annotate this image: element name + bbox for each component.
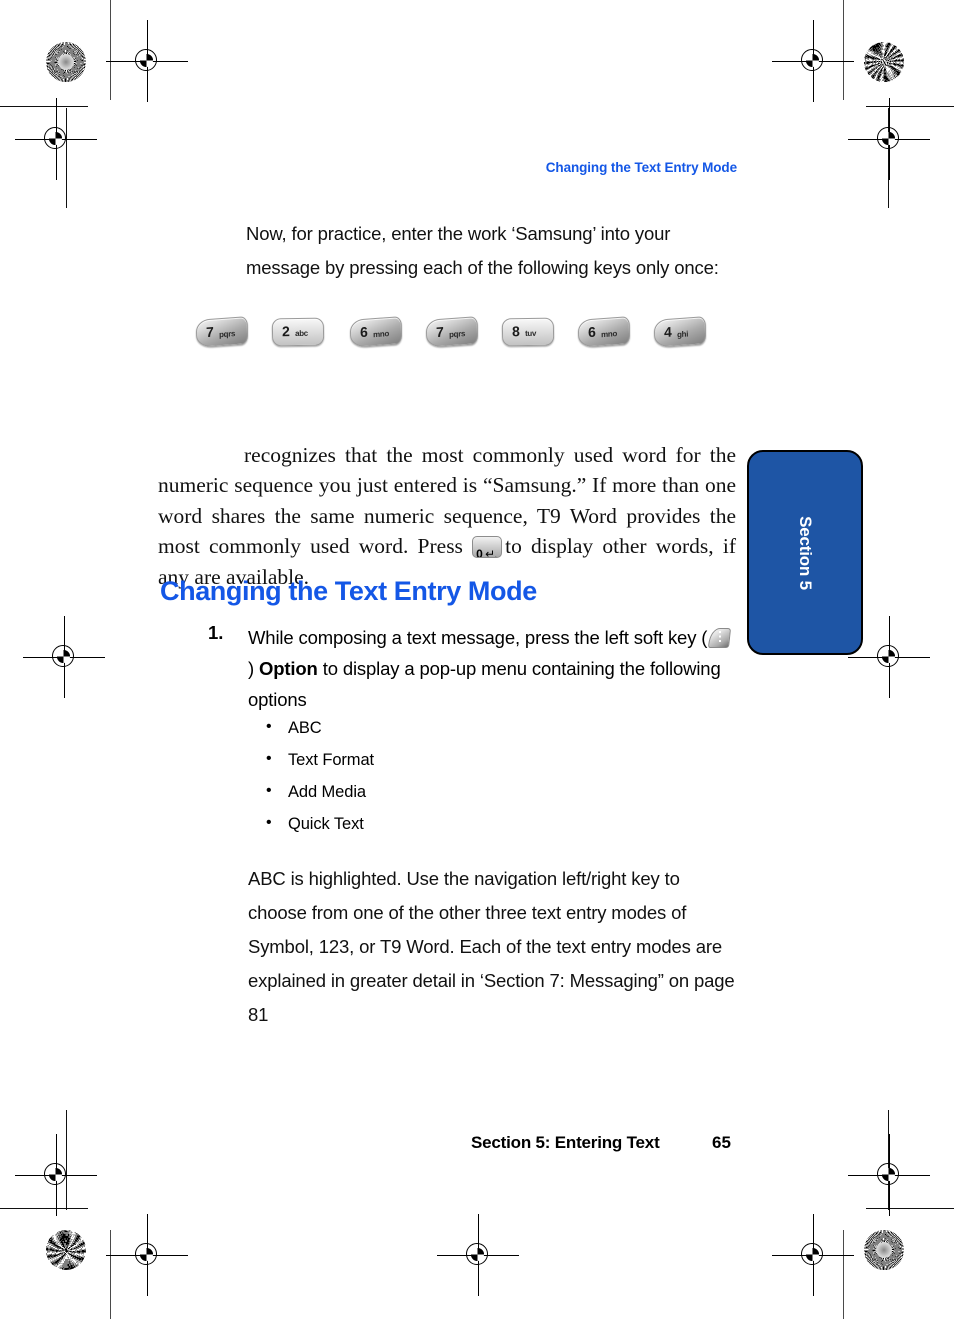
step-text-before-icon: While composing a text message, press th… [248,627,708,648]
keypad-key-letters: tuv [524,328,537,339]
keypad-key-4-ghi: 4 ghi [653,316,707,348]
step-body-text: While composing a text message, press th… [248,622,738,715]
list-item: Text Format [258,743,375,776]
option-menu-bullet-list: ABC Text Format Add Media Quick Text [258,711,375,840]
t9-explanation-paragraph: recognizes that the most commonly used w… [158,440,736,593]
bullet-label-abc: ABC [288,719,322,737]
footer-section-title: Section 5: Entering Text [471,1133,660,1152]
list-item: Quick Text [258,807,374,840]
keypad-key-digit: 6 [587,323,596,341]
keypad-key-digit: 2 [281,323,290,340]
running-head: Changing the Text Entry Mode [545,160,737,175]
keypad-key-digit: 7 [205,323,214,341]
intro-paragraph: Now, for practice, enter the work ‘Samsu… [246,222,719,278]
zero-key-digit: 0 [476,547,483,558]
left-soft-key-icon [707,627,733,649]
keypad-key-digit: 7 [435,323,444,341]
page-title: Changing the Text Entry Mode [160,576,537,606]
list-item: Add Media [258,775,374,808]
option-label: Option [259,658,318,679]
zero-key-icon: 0 ↵ ⁿᵇ [472,536,503,558]
keypad-key-7-pqrs: 7 pqrs [195,316,249,348]
keypad-key-letters: pqrs [448,329,466,340]
keypad-key-letters: mno [372,329,390,340]
step-number: 1. [208,622,224,643]
list-item: ABC [258,711,374,744]
keypad-key-digit: 4 [663,323,672,341]
section-thumb-tab: Section 5 [747,450,863,655]
footer-page-number: 65 [712,1133,731,1152]
keypad-key-digit: 6 [359,323,368,341]
bullet-label-text-format: Text Format [288,751,375,769]
section-tab-label: Section 5 [796,515,815,590]
zero-key-subscript: ⁿᵇ [493,544,497,557]
numbered-step-1: 1. While composing a text message, press… [208,622,738,715]
step-text-after-icon: ) [248,658,255,679]
bullet-label-add-media: Add Media [288,783,366,801]
keypad-key-6-mno: 6 mno [577,316,631,348]
keypad-sequence-illustration: 7 pqrs 2 abc 6 mno 7 pqrs 8 tuv 6 mno 4 ghi [195,316,736,362]
keypad-key-letters: abc [294,328,308,339]
keypad-key-8-tuv: 8 tuv [501,317,555,347]
closing-paragraph: ABC is highlighted. Use the navigation l… [248,867,735,1025]
keypad-key-letters: mno [600,329,618,340]
keypad-key-7-pqrs: 7 pqrs [425,316,479,348]
bullet-label-quick-text: Quick Text [288,815,364,833]
keypad-key-2-abc: 2 abc [271,317,325,347]
keypad-key-letters: pqrs [218,329,236,340]
keypad-key-digit: 8 [511,323,520,340]
keypad-key-6-mno: 6 mno [349,316,403,348]
keypad-key-letters: ghi [676,329,689,340]
step-text-tail: to display a pop-up menu containing the … [248,658,721,710]
manual-page-content: Changing the Text Entry Mode Now, for pr… [0,0,954,1319]
